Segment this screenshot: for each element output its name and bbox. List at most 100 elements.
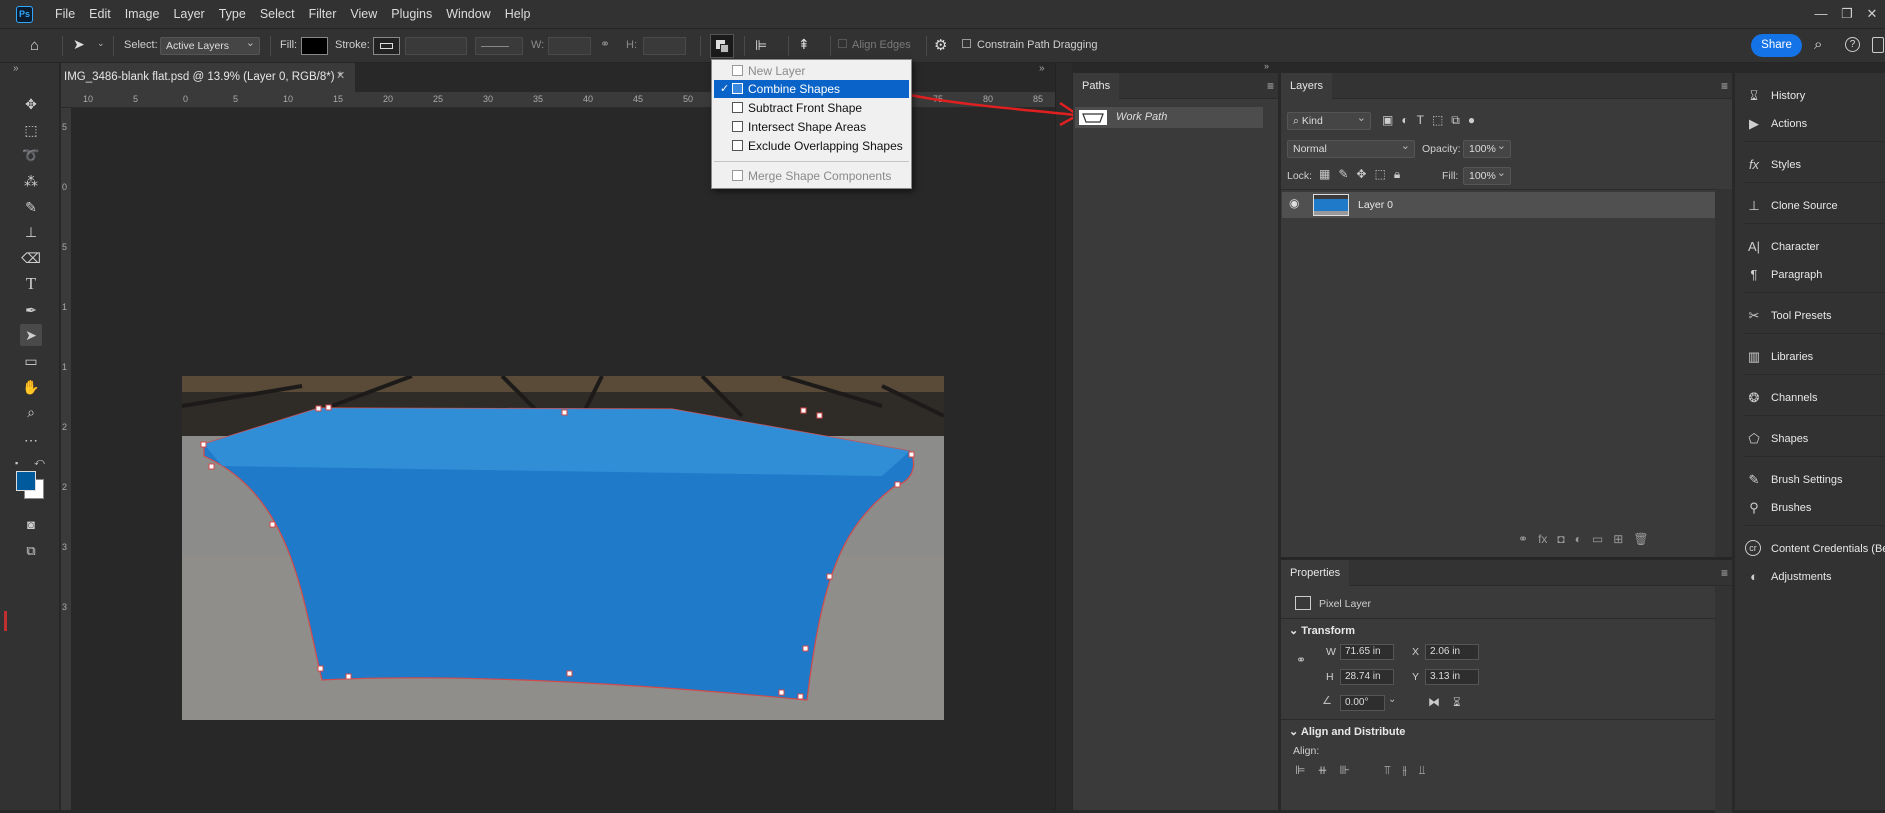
menu-layer[interactable]: Layer	[166, 0, 211, 29]
default-colors-icon[interactable]: ▪	[15, 458, 18, 468]
menu-item-exclude-overlapping-shapes[interactable]: Exclude Overlapping Shapes	[714, 137, 909, 155]
quick-mask-icon[interactable]: ◙	[20, 514, 42, 536]
lock-image-icon[interactable]: ✎	[1338, 167, 1348, 182]
zoom-tool-icon[interactable]: ⌕	[20, 401, 42, 423]
dock-libraries[interactable]: ▥ Libraries	[1735, 346, 1885, 368]
workspace-icon[interactable]	[1872, 37, 1884, 53]
align-center-icon[interactable]: ⧺	[1317, 763, 1327, 778]
menu-item-merge-shape-components[interactable]: Merge Shape Components	[714, 167, 909, 185]
filter-toggle-icon[interactable]: ●	[1468, 113, 1475, 128]
type-tool-icon[interactable]: T	[20, 273, 42, 295]
dock-shapes[interactable]: ⬠ Shapes	[1735, 428, 1885, 450]
constrain-path-checkbox[interactable]	[962, 39, 971, 48]
link-dimensions-icon[interactable]: ⚭	[1296, 653, 1306, 667]
tab-properties[interactable]: Properties	[1281, 560, 1350, 586]
properties-menu-icon[interactable]: ≡	[1721, 566, 1728, 580]
minimize-icon[interactable]: —	[1808, 0, 1834, 29]
menu-plugins[interactable]: Plugins	[384, 0, 439, 29]
menu-image[interactable]: Image	[118, 0, 167, 29]
layers-scrollbar[interactable]	[1715, 189, 1732, 557]
link-icon[interactable]: ⚭	[600, 37, 610, 51]
menu-filter[interactable]: Filter	[302, 0, 344, 29]
add-mask-icon[interactable]: ◘	[1557, 532, 1564, 546]
delete-layer-icon[interactable]: 🗑︎	[1633, 532, 1648, 546]
dock-styles[interactable]: fx Styles	[1735, 154, 1885, 176]
more-tools-icon[interactable]: ⋯	[20, 429, 42, 451]
dock-channels[interactable]: ❂ Channels	[1735, 387, 1885, 409]
menu-type[interactable]: Type	[212, 0, 253, 29]
flip-vertical-icon[interactable]: ⏳︎	[1453, 695, 1461, 710]
angle-field[interactable]: 0.00°	[1340, 695, 1385, 711]
path-selection-tool-active-icon[interactable]: ➤	[20, 324, 42, 346]
align-middle-icon[interactable]: ⫲	[1403, 763, 1407, 778]
lock-position-icon[interactable]: ✥	[1356, 167, 1366, 182]
menu-file[interactable]: File	[48, 0, 82, 29]
width-field[interactable]: 71.65 in	[1340, 644, 1394, 660]
filter-pixel-icon[interactable]: ▣	[1382, 113, 1393, 128]
menu-edit[interactable]: Edit	[82, 0, 118, 29]
move-tool-icon[interactable]: ✥	[20, 93, 42, 115]
lock-all-icon[interactable]: 🔒︎	[1394, 167, 1400, 182]
width-field[interactable]	[548, 37, 591, 55]
menu-item-new-layer[interactable]: New Layer	[714, 62, 909, 80]
expand-panels-icon[interactable]: »	[1039, 63, 1045, 74]
new-group-icon[interactable]: ▭	[1592, 532, 1603, 546]
stroke-type-dropdown[interactable]	[475, 37, 523, 55]
menu-view[interactable]: View	[343, 0, 384, 29]
height-field[interactable]	[643, 37, 686, 55]
menu-item-combine-shapes[interactable]: ✓ Combine Shapes	[714, 80, 909, 98]
stamp-tool-icon[interactable]: ⊥	[20, 221, 42, 243]
hand-tool-icon[interactable]: ✋	[20, 376, 42, 398]
dock-tool-presets[interactable]: ✂ Tool Presets	[1735, 305, 1885, 327]
menu-item-intersect-shape-areas[interactable]: Intersect Shape Areas	[714, 118, 909, 136]
lock-transparent-icon[interactable]: ▦	[1319, 167, 1330, 182]
layers-menu-icon[interactable]: ≡	[1721, 79, 1728, 93]
menu-select[interactable]: Select	[253, 0, 302, 29]
filter-shape-icon[interactable]: ⬚	[1432, 113, 1443, 128]
home-icon[interactable]: ⌂	[30, 37, 48, 55]
dock-actions[interactable]: ▶ Actions	[1735, 113, 1885, 135]
menu-item-subtract-front-shape[interactable]: Subtract Front Shape	[714, 99, 909, 117]
fx-icon[interactable]: fx	[1538, 532, 1547, 546]
screen-mode-icon[interactable]: ⧉	[20, 540, 42, 562]
select-dropdown[interactable]: Active Layers	[160, 35, 260, 55]
stroke-width-field[interactable]	[405, 37, 467, 55]
layer-row-layer-0[interactable]: ◉ Layer 0	[1282, 192, 1715, 218]
gear-icon[interactable]: ⚙	[934, 36, 947, 54]
dock-paragraph[interactable]: ¶ Paragraph	[1735, 264, 1885, 286]
link-layers-icon[interactable]: ⚭	[1518, 532, 1528, 546]
filter-type-icon[interactable]: T	[1417, 113, 1424, 128]
align-distribute-section-title[interactable]: ⌄ Align and Distribute	[1289, 725, 1405, 738]
share-button[interactable]: Share	[1751, 34, 1802, 57]
menu-help[interactable]: Help	[498, 0, 538, 29]
path-item-work-path[interactable]: Work Path	[1075, 107, 1263, 128]
align-top-icon[interactable]: ⫪	[1384, 763, 1391, 778]
menu-window[interactable]: Window	[439, 0, 497, 29]
brush-tool-icon[interactable]: ✎	[20, 196, 42, 218]
filter-adjustment-icon[interactable]: ◐	[1401, 113, 1408, 128]
help-icon[interactable]: ?	[1845, 37, 1860, 52]
restore-icon[interactable]: ❐	[1834, 0, 1860, 29]
layer-filter-dropdown[interactable]: ⌕ Kind	[1287, 110, 1371, 130]
properties-scrollbar[interactable]	[1715, 586, 1732, 813]
marquee-tool-icon[interactable]: ⬚	[20, 119, 42, 141]
transform-section-title[interactable]: ⌄ Transform	[1289, 624, 1355, 637]
align-edges-checkbox[interactable]	[838, 39, 847, 48]
align-right-icon[interactable]: ⊪	[1340, 763, 1350, 778]
path-selection-tool-icon[interactable]: ➤	[73, 36, 87, 54]
align-bottom-icon[interactable]: ⫫	[1419, 763, 1426, 778]
collapse-panel-icon[interactable]: »	[1264, 61, 1269, 71]
tab-layers[interactable]: Layers	[1281, 73, 1333, 99]
flip-horizontal-icon[interactable]: ⧓	[1428, 695, 1440, 709]
dock-adjustments[interactable]: ◐ Adjustments	[1735, 566, 1885, 588]
lasso-tool-icon[interactable]: ➰	[20, 144, 42, 166]
y-field[interactable]: 3.13 in	[1425, 669, 1479, 685]
close-icon[interactable]: ✕	[1859, 0, 1885, 29]
pen-tool-icon[interactable]: ✒	[20, 299, 42, 321]
align-left-icon[interactable]: ⊫	[1295, 763, 1305, 778]
search-icon[interactable]: ⌕	[1814, 36, 1822, 53]
dock-character[interactable]: A| Character	[1735, 236, 1885, 258]
close-document-icon[interactable]: ✕	[336, 62, 345, 91]
dock-history[interactable]: ⌛︎ History	[1735, 85, 1885, 107]
x-field[interactable]: 2.06 in	[1425, 644, 1479, 660]
